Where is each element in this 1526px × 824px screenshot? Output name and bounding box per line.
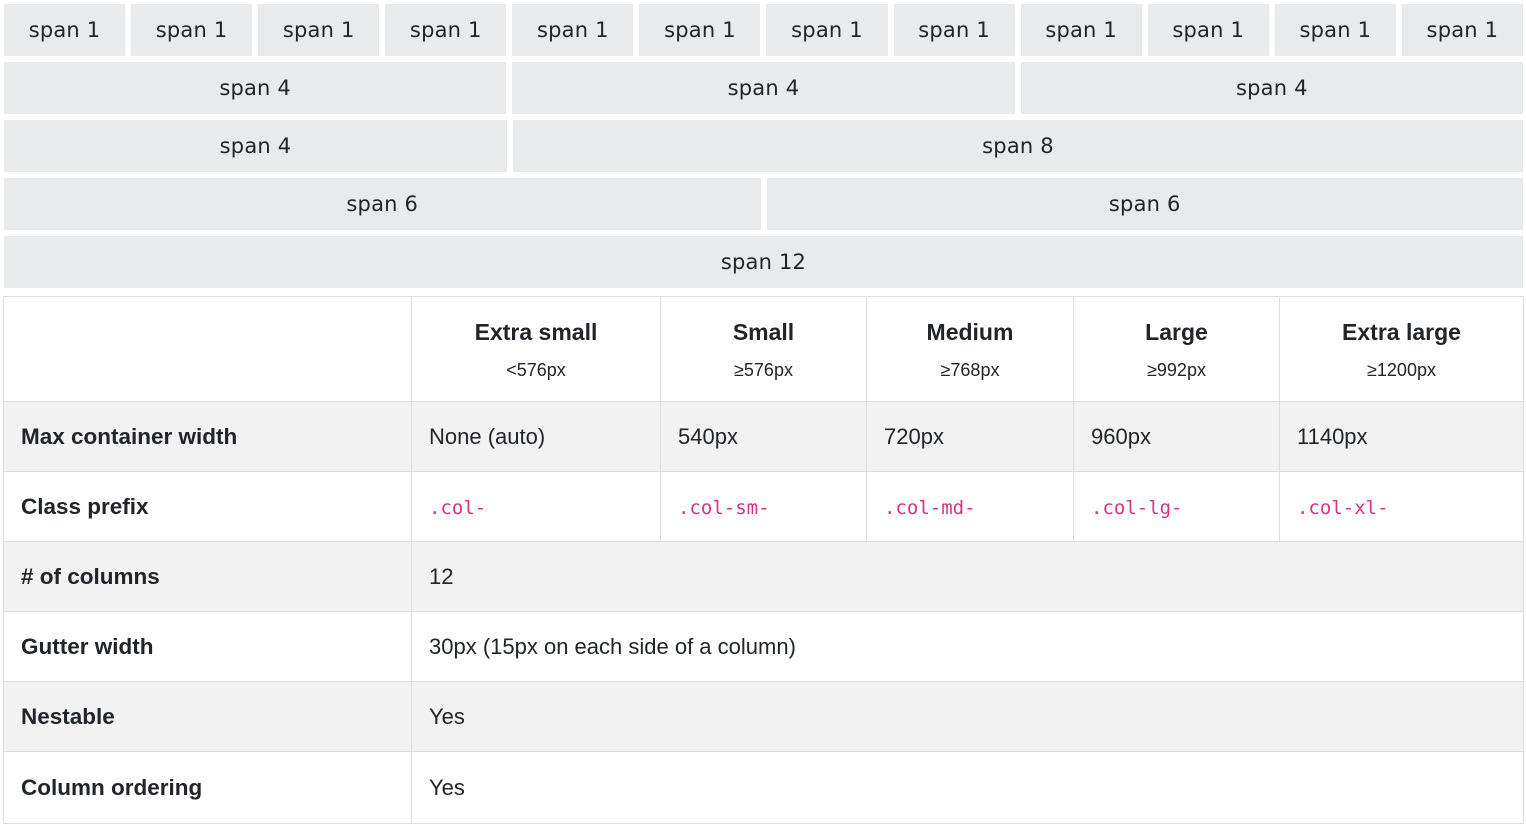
table-cell: 12 xyxy=(411,541,1524,612)
table-cell: 720px xyxy=(866,401,1074,472)
grid-row-span-6: span 6 span 6 xyxy=(4,178,1523,230)
grid-cell-span-1: span 1 xyxy=(4,4,126,56)
breakpoint-name: Extra small xyxy=(474,319,598,345)
grid-row-span-12: span 12 xyxy=(4,236,1523,288)
table-row-column-ordering: Column ordering Yes xyxy=(3,751,1524,824)
breakpoint-size: <576px xyxy=(506,360,566,380)
table-row-columns: # of columns 12 xyxy=(3,541,1524,612)
grid-cell-span-1: span 1 xyxy=(131,4,253,56)
table-cell: .col-xl- xyxy=(1279,471,1524,542)
table-cell: .col-sm- xyxy=(660,471,867,542)
grid-row-span-4: span 4 span 4 span 4 xyxy=(4,62,1523,114)
table-header-row: Extra small <576px Small ≥576px Medium ≥… xyxy=(3,296,1524,402)
table-cell: .col-lg- xyxy=(1073,471,1280,542)
breakpoint-header-xs: Extra small <576px xyxy=(411,296,661,402)
row-label: Nestable xyxy=(3,681,412,752)
grid-cell-span-1: span 1 xyxy=(385,4,507,56)
page: span 1 span 1 span 1 span 1 span 1 span … xyxy=(0,0,1526,824)
grid-cell-span-6: span 6 xyxy=(4,178,761,230)
row-label: Gutter width xyxy=(3,611,412,682)
table-cell: 30px (15px on each side of a column) xyxy=(411,611,1524,682)
breakpoint-size: ≥576px xyxy=(734,360,793,380)
table-cell: 1140px xyxy=(1279,401,1524,472)
breakpoint-name: Small xyxy=(732,319,795,345)
table-cell: None (auto) xyxy=(411,401,661,472)
grid-demo: span 1 span 1 span 1 span 1 span 1 span … xyxy=(4,4,1523,294)
grid-cell-span-4: span 4 xyxy=(512,62,1015,114)
class-prefix-code: .col-md- xyxy=(884,496,976,519)
table-row-max-container-width: Max container width None (auto) 540px 72… xyxy=(3,401,1524,472)
grid-cell-span-1: span 1 xyxy=(893,4,1015,56)
breakpoint-header-md: Medium ≥768px xyxy=(866,296,1074,402)
breakpoint-name: Large xyxy=(1145,319,1208,345)
table-cell: .col-md- xyxy=(866,471,1074,542)
grid-cell-span-1: span 1 xyxy=(258,4,380,56)
table-cell: Yes xyxy=(411,681,1524,752)
table-row-nestable: Nestable Yes xyxy=(3,681,1524,752)
class-prefix-code: .col-lg- xyxy=(1091,496,1183,519)
grid-cell-span-12: span 12 xyxy=(4,236,1523,288)
class-prefix-code: .col-sm- xyxy=(678,496,770,519)
breakpoint-size: ≥992px xyxy=(1147,360,1206,380)
grid-cell-span-1: span 1 xyxy=(639,4,761,56)
grid-row-span-4-8: span 4 span 8 xyxy=(4,120,1523,172)
breakpoint-name: Medium xyxy=(926,319,1014,345)
grid-cell-span-1: span 1 xyxy=(1401,4,1523,56)
grid-cell-span-1: span 1 xyxy=(766,4,888,56)
table-cell: Yes xyxy=(411,751,1524,824)
grid-options-table: Extra small <576px Small ≥576px Medium ≥… xyxy=(3,296,1524,824)
breakpoint-name: Extra large xyxy=(1342,319,1461,345)
grid-cell-span-1: span 1 xyxy=(1147,4,1269,56)
grid-cell-span-6: span 6 xyxy=(766,178,1523,230)
grid-cell-span-1: span 1 xyxy=(1274,4,1396,56)
table-cell: 960px xyxy=(1073,401,1280,472)
class-prefix-code: .col-xl- xyxy=(1297,496,1389,519)
grid-cell-span-1: span 1 xyxy=(1020,4,1142,56)
breakpoint-header-sm: Small ≥576px xyxy=(660,296,867,402)
table-row-gutter-width: Gutter width 30px (15px on each side of … xyxy=(3,611,1524,682)
breakpoint-header-lg: Large ≥992px xyxy=(1073,296,1280,402)
grid-cell-span-1: span 1 xyxy=(512,4,634,56)
class-prefix-code: .col- xyxy=(429,496,487,519)
row-label: Column ordering xyxy=(3,751,412,824)
table-corner-cell xyxy=(3,296,412,402)
row-label: # of columns xyxy=(3,541,412,612)
grid-cell-span-4: span 4 xyxy=(4,120,507,172)
table-cell: .col- xyxy=(411,471,661,542)
table-row-class-prefix: Class prefix .col- .col-sm- .col-md- .co… xyxy=(3,471,1524,542)
table-cell: 540px xyxy=(660,401,867,472)
grid-cell-span-8: span 8 xyxy=(513,120,1523,172)
breakpoint-size: ≥1200px xyxy=(1367,360,1436,380)
grid-row-span-1: span 1 span 1 span 1 span 1 span 1 span … xyxy=(4,4,1523,56)
breakpoint-header-xl: Extra large ≥1200px xyxy=(1279,296,1524,402)
row-label: Class prefix xyxy=(3,471,412,542)
breakpoint-size: ≥768px xyxy=(940,360,1000,380)
grid-cell-span-4: span 4 xyxy=(4,62,507,114)
grid-cell-span-4: span 4 xyxy=(1020,62,1523,114)
row-label: Max container width xyxy=(3,401,412,472)
